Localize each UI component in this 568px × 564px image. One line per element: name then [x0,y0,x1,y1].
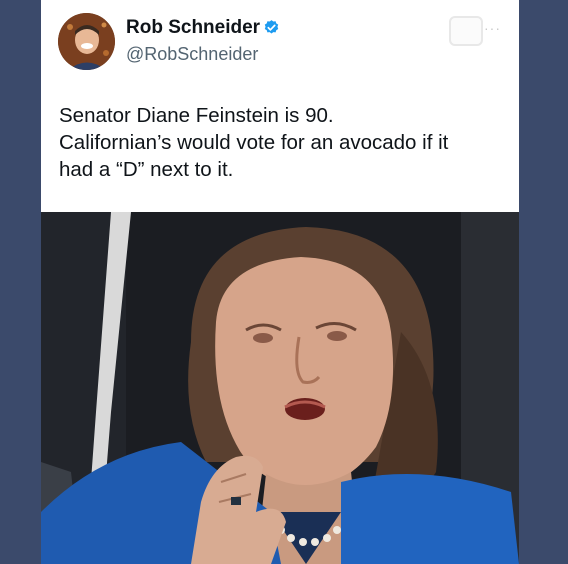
tweet-text-line: had a “D” next to it. [59,158,234,181]
tweet-header: Rob Schneider @RobSchneider ··· [41,0,519,80]
verified-badge-icon [264,20,279,34]
share-icon[interactable] [449,16,483,46]
photo-content [41,212,519,564]
tweet-photo[interactable] [41,212,519,564]
tweet-text: Senator Diane Feinstein is 90. Californi… [59,102,509,183]
author-handle[interactable]: @RobSchneider [126,44,258,65]
tweet-text-line: Senator Diane Feinstein is 90. [59,104,334,127]
tweet-text-line: Californian’s would vote for an avocado … [59,131,449,154]
tweet-card: Rob Schneider @RobSchneider ··· Senator … [41,0,519,564]
more-icon[interactable]: ··· [484,20,501,36]
author-name[interactable]: Rob Schneider [126,17,260,39]
avatar[interactable] [58,13,115,70]
avatar-image [58,13,115,70]
